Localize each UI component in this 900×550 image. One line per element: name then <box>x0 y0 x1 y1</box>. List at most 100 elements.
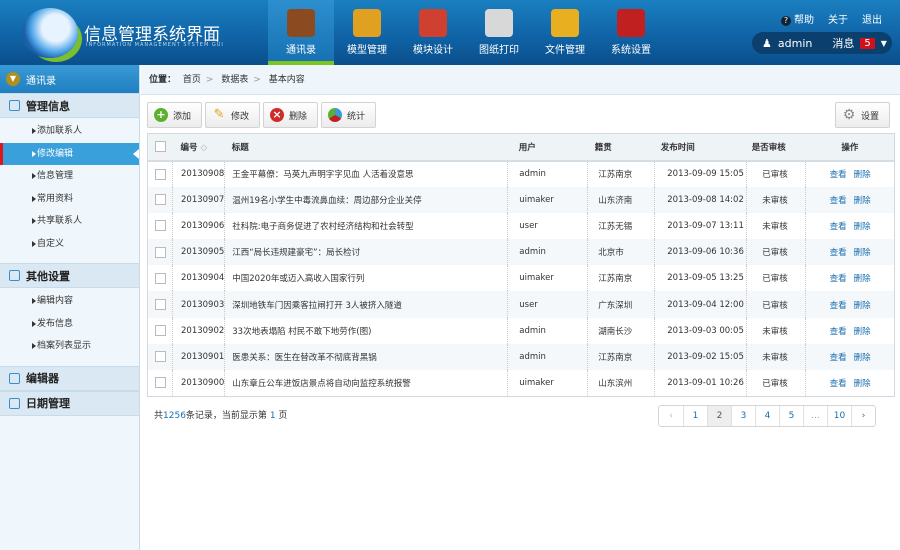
row-checkbox[interactable] <box>155 194 166 206</box>
help-icon: ? <box>781 16 791 26</box>
delete-link[interactable]: 删除 <box>854 301 871 311</box>
pencil-icon: ✎ <box>213 107 225 122</box>
sidebar-section-0[interactable]: 管理信息 <box>0 93 139 118</box>
row-checkbox[interactable] <box>155 272 166 284</box>
nav-tab-label: 系统设置 <box>611 45 651 56</box>
delete-link[interactable]: 删除 <box>854 170 871 180</box>
breadcrumb-home[interactable]: 首页 <box>183 75 201 85</box>
current-page: 1 <box>269 411 276 421</box>
summary-prefix: 共 <box>154 411 164 421</box>
sidebar-item[interactable]: 共享联系人 <box>0 210 139 233</box>
cell-user: user <box>507 212 588 240</box>
delete-link[interactable]: 删除 <box>854 327 871 337</box>
delete-link[interactable]: 删除 <box>854 196 871 206</box>
page-button[interactable]: 4 <box>755 406 779 426</box>
sidebar-item-label: 常用资料 <box>37 193 74 204</box>
view-link[interactable]: 查看 <box>830 379 847 389</box>
delete-link[interactable]: 删除 <box>854 274 871 284</box>
row-checkbox[interactable] <box>155 168 166 180</box>
section-icon <box>9 270 20 281</box>
page-button[interactable]: ‹ <box>659 406 683 426</box>
view-link[interactable]: 查看 <box>830 222 847 232</box>
column-header-id[interactable]: 编号 ◇ <box>172 133 225 162</box>
delete-link[interactable]: 删除 <box>854 222 871 232</box>
view-link[interactable]: 查看 <box>830 327 847 337</box>
section-label: 编辑器 <box>26 372 59 385</box>
sidebar-item[interactable]: 档案列表显示 <box>0 335 139 358</box>
cell-user: uimaker <box>507 265 588 292</box>
sidebar-item[interactable]: 编辑内容 <box>0 290 139 313</box>
cell-title: 33次地表塌陷 村民不敢下地劳作(图) <box>224 317 508 344</box>
sidebar-item[interactable]: 常用资料 <box>0 188 139 211</box>
delete-button[interactable]: × 删除 <box>263 102 319 128</box>
delete-link[interactable]: 删除 <box>854 353 871 363</box>
page-button[interactable]: 10 <box>827 406 851 426</box>
cell-user: admin <box>507 160 588 187</box>
sidebar-section-3[interactable]: 日期管理 <box>0 390 139 416</box>
view-link[interactable]: 查看 <box>830 248 847 258</box>
cell-id: 20130907 <box>171 186 225 213</box>
delete-link[interactable]: 删除 <box>854 248 871 258</box>
view-link[interactable]: 查看 <box>830 353 847 363</box>
cell-time: 2013-09-03 00:05 <box>654 317 747 344</box>
breadcrumb-current: 基本内容 <box>268 75 305 85</box>
cell-user: admin <box>507 317 588 344</box>
add-button[interactable]: + 添加 <box>147 102 203 128</box>
logout-link[interactable]: 退出 <box>862 11 882 26</box>
row-checkbox[interactable] <box>155 220 166 232</box>
nav-tab-3[interactable]: 图纸打印 <box>466 0 532 65</box>
sidebar-item[interactable]: 信息管理 <box>0 165 139 188</box>
user-bar[interactable]: ♟ admin 消息 5 ▼ <box>752 32 892 54</box>
cell-user: uimaker <box>507 370 588 397</box>
breadcrumb-datatable[interactable]: 数据表 <box>221 75 248 85</box>
row-checkbox[interactable] <box>155 325 166 337</box>
sidebar-item[interactable]: 添加联系人 <box>0 120 139 143</box>
cell-review: 未审核 <box>746 212 806 240</box>
stats-button[interactable]: 统计 <box>321 102 377 128</box>
sidebar-item[interactable]: 修改编辑 <box>0 142 139 165</box>
row-checkbox[interactable] <box>155 377 166 389</box>
cell-time: 2013-09-06 10:36 <box>654 239 747 266</box>
row-checkbox[interactable] <box>155 246 166 258</box>
section-label: 日期管理 <box>26 397 70 410</box>
row-checkbox[interactable] <box>155 299 166 311</box>
nav-tab-label: 模型管理 <box>347 45 387 56</box>
page-button[interactable]: ... <box>803 406 827 426</box>
messages-label[interactable]: 消息 <box>832 35 854 51</box>
row-checkbox[interactable] <box>155 351 166 363</box>
nav-tab-5[interactable]: 系统设置 <box>598 0 664 65</box>
nav-tab-1[interactable]: 模型管理 <box>334 0 400 65</box>
view-link[interactable]: 查看 <box>830 274 847 284</box>
view-link[interactable]: 查看 <box>830 196 847 206</box>
add-label: 添加 <box>173 111 192 122</box>
page-button[interactable]: 2 <box>707 406 731 426</box>
page-button[interactable]: 5 <box>779 406 803 426</box>
view-link[interactable]: 查看 <box>830 301 847 311</box>
sort-icon: ◇ <box>200 142 208 153</box>
sidebar-section-1[interactable]: 其他设置 <box>0 263 139 288</box>
cell-id: 20130902 <box>171 317 225 344</box>
chevron-down-icon[interactable]: ▼ <box>881 39 887 48</box>
page-button[interactable]: › <box>851 406 875 426</box>
view-link[interactable]: 查看 <box>830 170 847 180</box>
about-link[interactable]: 关于 <box>828 11 848 26</box>
page-button[interactable]: 3 <box>731 406 755 426</box>
sidebar-item[interactable]: 自定义 <box>0 233 139 256</box>
sidebar-header[interactable]: ▼ 通讯录 <box>0 65 139 93</box>
cell-origin: 江苏南京 <box>587 160 655 187</box>
nav-tab-4[interactable]: 文件管理 <box>532 0 598 65</box>
table-row: 20130906 社科院:电子商务促进了农村经济结构和社会转型 user 江苏无… <box>148 212 895 240</box>
nav-tab-2[interactable]: 模块设计 <box>400 0 466 65</box>
select-all-checkbox[interactable] <box>155 141 166 153</box>
help-link[interactable]: ? 帮助 <box>781 11 814 26</box>
sidebar-item[interactable]: 发布信息 <box>0 313 139 336</box>
cell-title: 温州19名小学生中毒流鼻血续：周边部分企业关停 <box>224 186 508 213</box>
nav-tab-0[interactable]: 通讯录 <box>268 0 334 65</box>
settings-button[interactable]: ⚙ 设置 <box>835 102 891 128</box>
page-button[interactable]: 1 <box>683 406 707 426</box>
cell-id: 20130900 <box>171 370 225 397</box>
delete-link[interactable]: 删除 <box>854 379 871 389</box>
edit-button[interactable]: ✎ 修改 <box>205 102 261 128</box>
sidebar-section-2[interactable]: 编辑器 <box>0 365 139 391</box>
folder-icon <box>551 9 579 37</box>
